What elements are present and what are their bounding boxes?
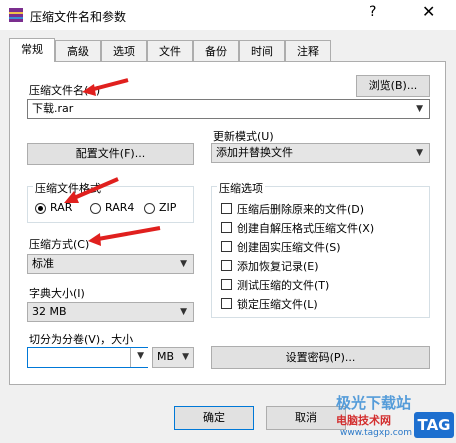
red-arrow-icon: [64, 177, 119, 203]
watermark-line2: 电脑技术网: [336, 414, 391, 427]
tab-advanced[interactable]: 高级: [55, 40, 101, 61]
set-password-button[interactable]: 设置密码(P)...: [211, 346, 430, 369]
ok-button[interactable]: 确定: [174, 406, 254, 430]
help-button[interactable]: ?: [369, 4, 376, 20]
chevron-down-icon: ▼: [180, 259, 187, 269]
dictionary-size-value: 32 MB: [32, 305, 67, 318]
dictionary-size-select[interactable]: 32 MB ▼: [27, 302, 194, 322]
archive-name-value: 下载.rar: [32, 102, 74, 115]
split-size-dropdown[interactable]: ▼: [130, 348, 148, 367]
split-volumes-label: 切分为分卷(V)，大小: [29, 333, 134, 346]
watermark-tag-logo: TAG: [414, 412, 454, 438]
chevron-down-icon: ▼: [180, 307, 187, 317]
radio-zip-label: ZIP: [159, 201, 177, 214]
watermark: 极光下载站 电脑技术网 www.tagxp.com TAG: [336, 392, 456, 443]
test-files-checkbox[interactable]: [221, 279, 232, 290]
window-title: 压缩文件名和参数: [30, 10, 127, 24]
tab-comment[interactable]: 注释: [285, 40, 331, 61]
browse-button[interactable]: 浏览(B)...: [356, 75, 430, 97]
archiving-options-label: 压缩选项: [217, 180, 265, 196]
compression-method-select[interactable]: 标准 ▼: [27, 254, 194, 274]
watermark-url: www.tagxp.com: [340, 428, 412, 438]
recovery-record-label: 添加恢复记录(E): [237, 260, 319, 273]
chevron-down-icon[interactable]: ▼: [416, 100, 423, 118]
recovery-record-checkbox[interactable]: [221, 260, 232, 271]
radio-zip[interactable]: [144, 203, 155, 214]
lock-archive-checkbox[interactable]: [221, 298, 232, 309]
archive-name-input[interactable]: 下载.rar ▼: [27, 99, 430, 119]
test-files-label: 测试压缩的文件(T): [237, 279, 330, 292]
sfx-label: 创建自解压格式压缩文件(X): [237, 222, 375, 235]
winrar-app-icon: [9, 8, 23, 22]
tab-backup[interactable]: 备份: [193, 40, 239, 61]
tab-options[interactable]: 选项: [101, 40, 147, 61]
split-unit-select[interactable]: MB ▼: [152, 347, 194, 368]
dictionary-size-label: 字典大小(I): [29, 287, 85, 300]
chevron-down-icon: ▼: [182, 352, 189, 362]
split-unit-value: MB: [157, 350, 175, 363]
compression-method-label: 压缩方式(C): [29, 238, 90, 251]
solid-checkbox[interactable]: [221, 241, 232, 252]
delete-after-checkbox[interactable]: [221, 203, 232, 214]
tab-general[interactable]: 常规: [9, 38, 55, 62]
red-arrow-icon: [82, 78, 129, 96]
compression-method-value: 标准: [32, 257, 54, 270]
close-button[interactable]: ✕: [422, 2, 435, 21]
solid-label: 创建固实压缩文件(S): [237, 241, 341, 254]
update-mode-value: 添加并替换文件: [216, 146, 293, 159]
sfx-checkbox[interactable]: [221, 222, 232, 233]
chevron-down-icon: ▼: [416, 148, 423, 158]
radio-rar[interactable]: [35, 203, 46, 214]
profiles-button[interactable]: 配置文件(F)...: [27, 143, 194, 165]
watermark-line1: 极光下载站: [336, 394, 412, 412]
update-mode-label: 更新模式(U): [213, 130, 274, 143]
update-mode-select[interactable]: 添加并替换文件 ▼: [211, 143, 430, 163]
tab-time[interactable]: 时间: [239, 40, 285, 61]
chevron-down-icon: ▼: [137, 351, 144, 361]
red-arrow-icon: [88, 226, 161, 246]
lock-archive-label: 锁定压缩文件(L): [237, 298, 318, 311]
tab-files[interactable]: 文件: [147, 40, 193, 61]
delete-after-label: 压缩后删除原来的文件(D): [237, 203, 365, 216]
cancel-button[interactable]: 取消: [266, 406, 346, 430]
